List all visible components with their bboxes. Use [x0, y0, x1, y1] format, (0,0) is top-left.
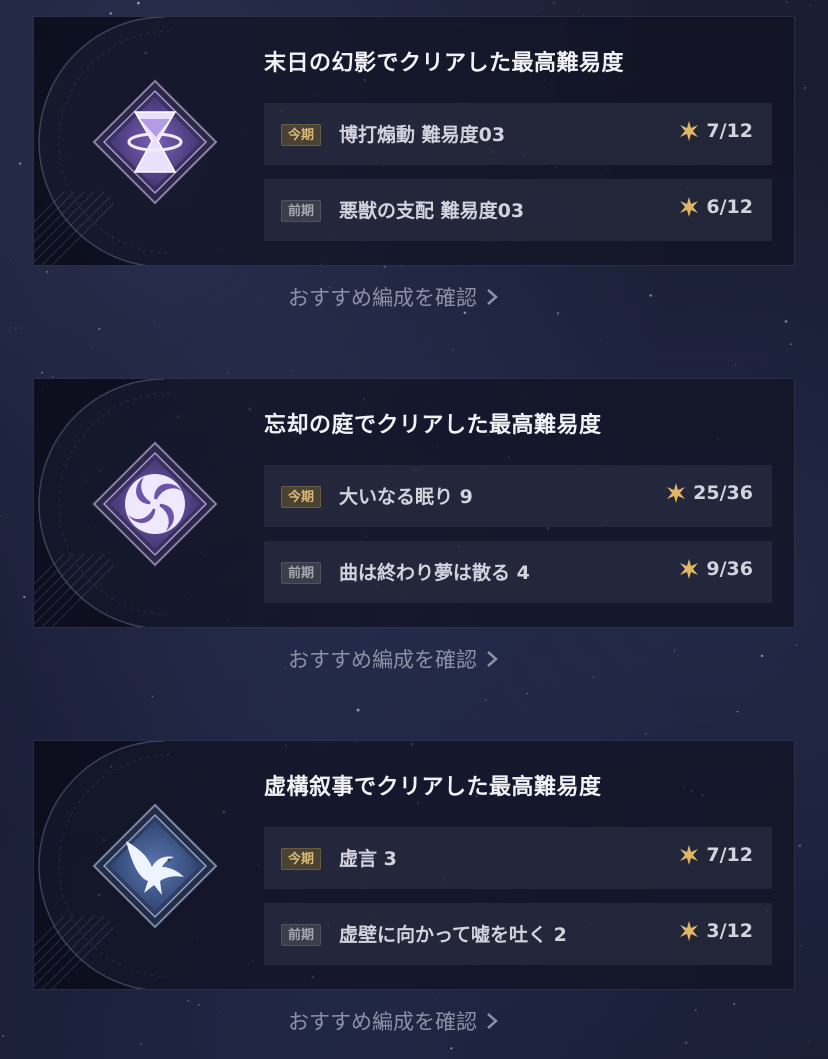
star-icon [680, 845, 699, 865]
current-period-tag: 今期 [281, 124, 322, 146]
current-period-tag: 今期 [281, 486, 322, 508]
stats-card: 忘却の庭でクリアした最高難易度 今期 大いなる眠り 9 25/36 前期 曲は終… [33, 378, 795, 628]
stage-label: 博打煽動 難易度03 [339, 124, 506, 146]
section-memory-of-chaos: 忘却の庭でクリアした最高難易度 今期 大いなる眠り 9 25/36 前期 曲は終… [0, 378, 828, 698]
current-period-row: 今期 虚言 3 7/12 [264, 827, 772, 889]
chevron-right-icon [487, 289, 498, 305]
stage-label: 曲は終わり夢は散る 4 [339, 562, 530, 584]
star-icon [680, 121, 699, 141]
link-label: おすすめ編成を確認 [288, 1010, 477, 1034]
section-apocalyptic-shadow: 末日の幻影でクリアした最高難易度 今期 博打煽動 難易度03 7/12 前期 悪… [0, 16, 828, 336]
score-value: 6/12 [706, 196, 753, 218]
star-score: 6/12 [678, 196, 753, 218]
current-period-tag: 今期 [281, 848, 322, 870]
star-icon [680, 921, 699, 941]
stage-label: 虚言 3 [339, 848, 397, 870]
link-label: おすすめ編成を確認 [288, 648, 477, 672]
previous-period-tag: 前期 [281, 924, 322, 946]
view-recommended-team-link[interactable]: おすすめ編成を確認 [288, 281, 548, 313]
hourglass-icon [92, 79, 218, 205]
star-score: 7/12 [678, 844, 753, 866]
score-value: 7/12 [706, 844, 753, 866]
star-score: 7/12 [678, 120, 753, 142]
chevron-right-icon [487, 651, 498, 667]
star-icon [667, 483, 686, 503]
star-score: 9/36 [678, 558, 753, 580]
previous-period-row: 前期 曲は終わり夢は散る 4 9/36 [264, 541, 772, 603]
score-value: 25/36 [693, 482, 753, 504]
score-value: 9/36 [706, 558, 753, 580]
current-period-row: 今期 大いなる眠り 9 25/36 [264, 465, 772, 527]
score-value: 7/12 [706, 120, 753, 142]
current-period-row: 今期 博打煽動 難易度03 7/12 [264, 103, 772, 165]
star-score: 3/12 [678, 920, 753, 942]
section-title: 忘却の庭でクリアした最高難易度 [264, 413, 602, 438]
stats-card: 虚構叙事でクリアした最高難易度 今期 虚言 3 7/12 前期 虚壁に向かって嘘… [33, 740, 795, 990]
section-pure-fiction: 虚構叙事でクリアした最高難易度 今期 虚言 3 7/12 前期 虚壁に向かって嘘… [0, 740, 828, 1059]
chevron-right-icon [487, 1013, 498, 1029]
previous-period-tag: 前期 [281, 562, 322, 584]
previous-period-row: 前期 悪獣の支配 難易度03 6/12 [264, 179, 772, 241]
score-value: 3/12 [706, 920, 753, 942]
star-icon [680, 559, 699, 579]
stats-card: 末日の幻影でクリアした最高難易度 今期 博打煽動 難易度03 7/12 前期 悪… [33, 16, 795, 266]
previous-period-row: 前期 虚壁に向かって嘘を吐く 2 3/12 [264, 903, 772, 965]
view-recommended-team-link[interactable]: おすすめ編成を確認 [288, 1005, 548, 1037]
swirl-icon [92, 441, 218, 567]
stage-label: 大いなる眠り 9 [339, 486, 473, 508]
view-recommended-team-link[interactable]: おすすめ編成を確認 [288, 643, 548, 675]
bird-icon [92, 803, 218, 929]
link-label: おすすめ編成を確認 [288, 286, 477, 310]
section-title: 虚構叙事でクリアした最高難易度 [264, 775, 602, 800]
star-score: 25/36 [665, 482, 753, 504]
stage-label: 虚壁に向かって嘘を吐く 2 [339, 924, 567, 946]
stage-label: 悪獣の支配 難易度03 [339, 200, 525, 222]
section-title: 末日の幻影でクリアした最高難易度 [264, 51, 625, 76]
star-icon [680, 197, 699, 217]
previous-period-tag: 前期 [281, 200, 322, 222]
